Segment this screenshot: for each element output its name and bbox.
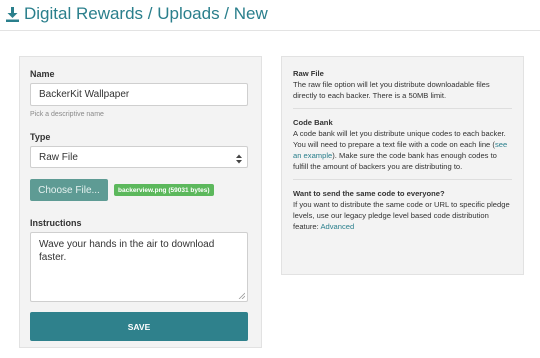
select-arrows-icon	[236, 154, 242, 164]
upload-form: Name BackerKit Wallpaper Pick a descript…	[19, 56, 262, 348]
download-icon	[6, 6, 19, 22]
type-select-value: Raw File	[39, 151, 78, 163]
raw-file-text: The raw file option will let you distrib…	[293, 80, 490, 100]
choose-file-button[interactable]: Choose File...	[30, 179, 108, 201]
advanced-link[interactable]: Advanced	[320, 222, 354, 231]
info-divider	[293, 108, 512, 109]
name-field[interactable]: BackerKit Wallpaper	[30, 83, 248, 106]
same-code-title: Want to send the same code to everyone?	[293, 189, 445, 198]
resize-grip-icon[interactable]	[238, 292, 245, 299]
page-title: Digital Rewards / Uploads / New	[6, 4, 268, 24]
save-button[interactable]: SAVE	[30, 312, 248, 341]
type-label: Type	[30, 132, 51, 142]
instructions-label: Instructions	[30, 218, 82, 228]
file-badge: backerview.png (59031 bytes)	[114, 184, 214, 196]
name-label: Name	[30, 69, 55, 79]
info-divider	[293, 179, 512, 180]
raw-file-title: Raw File	[293, 69, 324, 78]
name-help-text: Pick a descriptive name	[30, 111, 104, 118]
instructions-field-value: Wave your hands in the air to download f…	[39, 239, 215, 263]
name-field-value: BackerKit Wallpaper	[39, 89, 130, 100]
code-bank-title: Code Bank	[293, 118, 333, 127]
header-divider	[0, 30, 540, 31]
instructions-field[interactable]: Wave your hands in the air to download f…	[30, 232, 248, 302]
help-panel: Raw File The raw file option will let yo…	[281, 56, 524, 275]
code-bank-text-start: A code bank will let you distribute uniq…	[293, 129, 506, 149]
same-code-text: If you want to distribute the same code …	[293, 199, 512, 232]
code-bank-text: A code bank will let you distribute uniq…	[293, 128, 512, 172]
page-title-text: Digital Rewards / Uploads / New	[24, 4, 268, 23]
type-select[interactable]: Raw File	[30, 146, 248, 168]
